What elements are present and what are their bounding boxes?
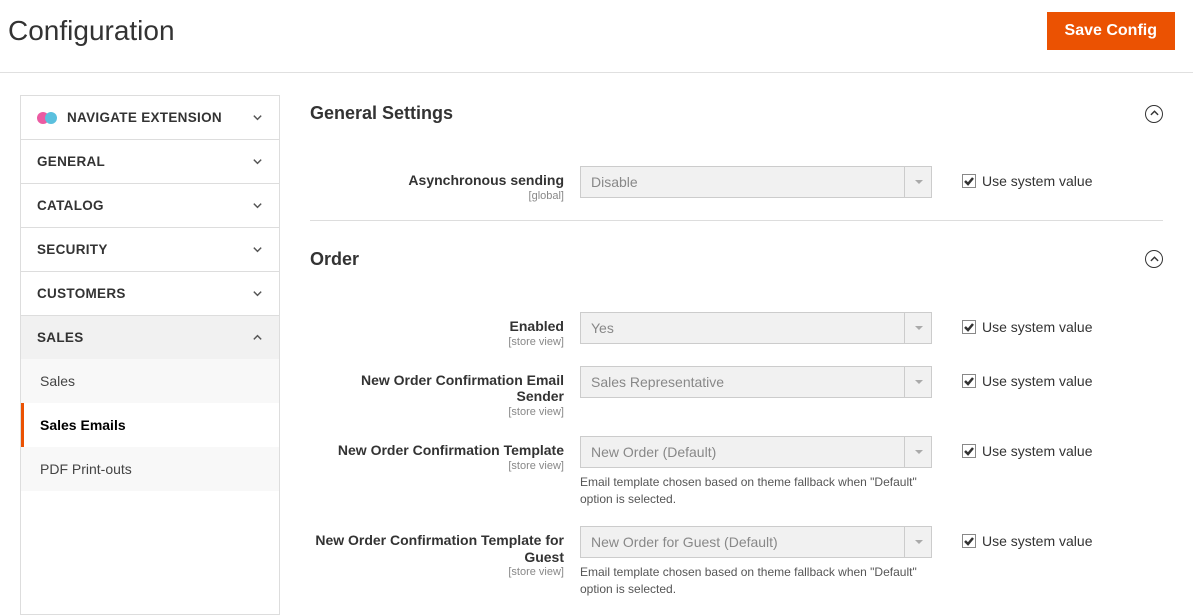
- select-input[interactable]: [580, 366, 932, 398]
- sidebar-section-label: GENERAL: [37, 154, 105, 169]
- email-sender-select[interactable]: [580, 366, 932, 398]
- sidebar-subnav: Sales Sales Emails PDF Print-outs: [21, 359, 279, 491]
- field-label: New Order Confirmation Email Sender: [361, 372, 564, 405]
- sidebar-section-customers[interactable]: CUSTOMERS: [21, 272, 279, 316]
- use-system-value-checkbox[interactable]: [962, 174, 976, 188]
- collapse-up-icon: [1145, 250, 1163, 268]
- enabled-select[interactable]: [580, 312, 932, 344]
- field-enabled: Enabled [store view] Use system v: [310, 312, 1163, 348]
- field-scope: [global]: [310, 190, 564, 202]
- sidebar-section-label: SECURITY: [37, 242, 108, 257]
- section-order: Order Enabled [store view]: [310, 241, 1163, 598]
- guest-template-select[interactable]: [580, 526, 932, 558]
- section-header-general[interactable]: General Settings: [310, 95, 1163, 140]
- sidebar-section-navigate-extension[interactable]: NAVIGATE EXTENSION: [21, 96, 279, 140]
- field-hint: Email template chosen based on theme fal…: [580, 474, 932, 508]
- field-hint: Email template chosen based on theme fal…: [580, 564, 932, 598]
- use-system-value-checkbox[interactable]: [962, 374, 976, 388]
- sidebar-section-label: CATALOG: [37, 198, 104, 213]
- chevron-down-icon: [251, 244, 263, 256]
- layout: NAVIGATE EXTENSION GENERAL CATALOG: [0, 73, 1193, 615]
- field-scope: [store view]: [310, 460, 564, 472]
- sidebar-section-security[interactable]: SECURITY: [21, 228, 279, 272]
- checkbox-label: Use system value: [982, 173, 1092, 189]
- field-label: Enabled: [510, 318, 564, 334]
- navigate-logo-icon: [37, 112, 57, 124]
- sidebar-section-general[interactable]: GENERAL: [21, 140, 279, 184]
- main-content: General Settings Asynchronous sending [g…: [280, 95, 1193, 615]
- chevron-down-icon: [251, 112, 263, 124]
- section-general-settings: General Settings Asynchronous sending [g…: [310, 95, 1163, 202]
- save-config-button[interactable]: Save Config: [1047, 12, 1175, 50]
- checkbox-label: Use system value: [982, 443, 1092, 459]
- page-header: Configuration Save Config: [0, 0, 1193, 73]
- sidebar: NAVIGATE EXTENSION GENERAL CATALOG: [20, 95, 280, 615]
- sidebar-section-label: SALES: [37, 330, 84, 345]
- chevron-down-icon: [251, 200, 263, 212]
- sidebar-section-label: NAVIGATE EXTENSION: [67, 110, 222, 125]
- field-scope: [store view]: [310, 566, 564, 578]
- section-title: Order: [310, 249, 359, 270]
- sidebar-section-catalog[interactable]: CATALOG: [21, 184, 279, 228]
- field-label: Asynchronous sending: [408, 172, 564, 188]
- field-confirmation-template: New Order Confirmation Template [store v…: [310, 436, 1163, 508]
- divider: [310, 220, 1163, 221]
- select-input[interactable]: [580, 526, 932, 558]
- chevron-down-icon: [251, 288, 263, 300]
- field-guest-template: New Order Confirmation Template for Gues…: [310, 526, 1163, 598]
- checkbox-label: Use system value: [982, 533, 1092, 549]
- checkbox-label: Use system value: [982, 373, 1092, 389]
- chevron-down-icon: [251, 156, 263, 168]
- field-async-sending: Asynchronous sending [global] Use: [310, 166, 1163, 202]
- use-system-value-checkbox[interactable]: [962, 320, 976, 334]
- section-title: General Settings: [310, 103, 453, 124]
- section-header-order[interactable]: Order: [310, 241, 1163, 286]
- async-sending-select[interactable]: [580, 166, 932, 198]
- sidebar-item-sales[interactable]: Sales: [21, 359, 279, 403]
- select-input[interactable]: [580, 166, 932, 198]
- confirmation-template-select[interactable]: [580, 436, 932, 468]
- chevron-up-icon: [251, 332, 263, 344]
- collapse-up-icon: [1145, 105, 1163, 123]
- field-scope: [store view]: [310, 406, 564, 418]
- field-email-sender: New Order Confirmation Email Sender [sto…: [310, 366, 1163, 419]
- sidebar-item-sales-emails[interactable]: Sales Emails: [21, 403, 279, 447]
- field-label: New Order Confirmation Template for Gues…: [315, 532, 564, 565]
- sidebar-section-label: CUSTOMERS: [37, 286, 126, 301]
- field-scope: [store view]: [310, 336, 564, 348]
- select-input[interactable]: [580, 436, 932, 468]
- use-system-value-checkbox[interactable]: [962, 444, 976, 458]
- sidebar-item-pdf-printouts[interactable]: PDF Print-outs: [21, 447, 279, 491]
- select-input[interactable]: [580, 312, 932, 344]
- use-system-value-checkbox[interactable]: [962, 534, 976, 548]
- checkbox-label: Use system value: [982, 319, 1092, 335]
- sidebar-section-sales[interactable]: SALES Sales Sales Emails PDF Print-outs: [21, 316, 279, 491]
- page-title: Configuration: [8, 15, 175, 47]
- field-label: New Order Confirmation Template: [338, 442, 564, 458]
